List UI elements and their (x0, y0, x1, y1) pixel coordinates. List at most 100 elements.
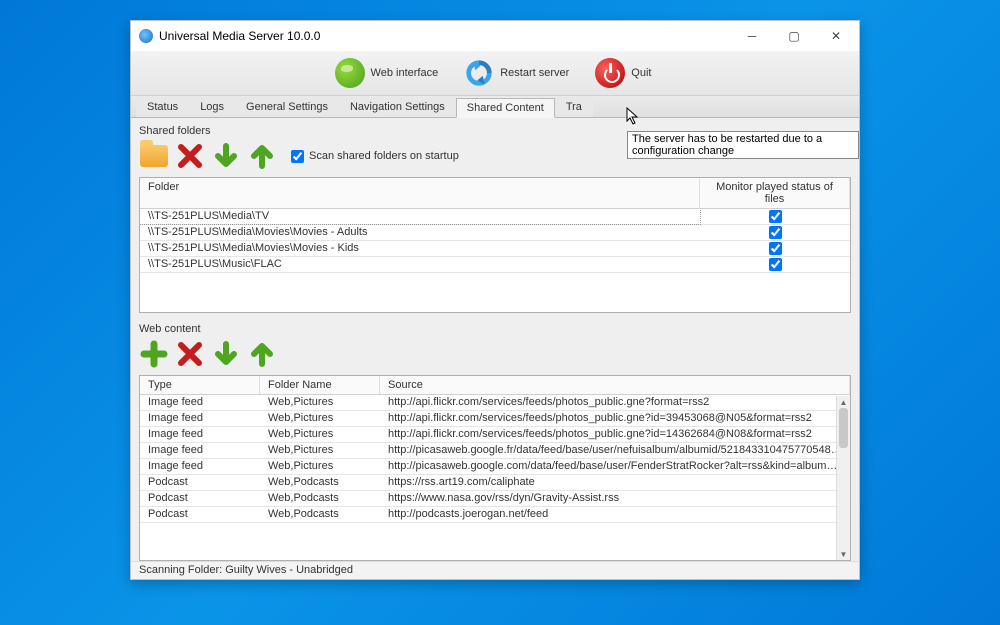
scroll-thumb[interactable] (839, 408, 848, 448)
web-table-body: Image feedWeb,Pictureshttp://api.flickr.… (140, 395, 850, 523)
folder-icon (140, 145, 168, 167)
folder-cell: Web,Pictures (260, 427, 380, 442)
remove-folder-button[interactable] (175, 141, 205, 171)
status-bar: Scanning Folder: Guilty Wives - Unabridg… (131, 561, 859, 579)
web-table-header: Type Folder Name Source (140, 376, 850, 395)
add-web-button[interactable] (139, 339, 169, 369)
scan-startup-input[interactable] (291, 150, 304, 163)
refresh-icon (464, 58, 494, 88)
quit-button[interactable]: Quit (591, 55, 659, 91)
web-content-toolbar (139, 339, 851, 369)
source-cell: http://api.flickr.com/services/feeds/pho… (380, 427, 850, 442)
tab-navigation-settings[interactable]: Navigation Settings (339, 97, 456, 117)
monitor-checkbox[interactable] (769, 210, 782, 223)
shared-table-body: \\TS-251PLUS\Media\TV\\TS-251PLUS\Media\… (140, 209, 850, 273)
monitor-cell (700, 257, 850, 272)
move-up-button[interactable] (247, 141, 277, 171)
window-controls: ─ ▢ ✕ (731, 22, 857, 50)
col-type[interactable]: Type (140, 376, 260, 394)
source-cell: http://podcasts.joerogan.net/feed (380, 507, 850, 522)
web-content-table: Type Folder Name Source Image feedWeb,Pi… (139, 375, 851, 561)
table-row[interactable]: \\TS-251PLUS\Media\TV (140, 209, 850, 225)
web-interface-label: Web interface (371, 67, 439, 79)
type-cell: Image feed (140, 411, 260, 426)
scan-startup-checkbox[interactable]: Scan shared folders on startup (291, 150, 459, 163)
col-folder[interactable]: Folder (140, 178, 700, 208)
globe-icon (335, 58, 365, 88)
scroll-up-icon[interactable]: ▲ (837, 396, 850, 408)
source-cell: https://www.nasa.gov/rss/dyn/Gravity-Ass… (380, 491, 850, 506)
power-icon (595, 58, 625, 88)
col-monitor[interactable]: Monitor played status of files (700, 178, 850, 208)
folder-cell: \\TS-251PLUS\Media\TV (140, 209, 701, 225)
table-row[interactable]: Image feedWeb,Pictureshttp://api.flickr.… (140, 395, 850, 411)
table-row[interactable]: \\TS-251PLUS\Media\Movies\Movies - Adult… (140, 225, 850, 241)
maximize-button[interactable]: ▢ (773, 22, 815, 50)
tab-logs[interactable]: Logs (189, 97, 235, 117)
web-move-down-button[interactable] (211, 339, 241, 369)
quit-label: Quit (631, 67, 651, 79)
table-row[interactable]: Image feedWeb,Pictureshttp://picasaweb.g… (140, 443, 850, 459)
scan-startup-label: Scan shared folders on startup (309, 150, 459, 162)
table-row[interactable]: Image feedWeb,Pictureshttp://api.flickr.… (140, 427, 850, 443)
monitor-cell (700, 225, 850, 240)
folder-cell: Web,Pictures (260, 459, 380, 474)
move-down-button[interactable] (211, 141, 241, 171)
tab-tra[interactable]: Tra (555, 97, 593, 117)
type-cell: Image feed (140, 459, 260, 474)
restart-server-button[interactable]: Restart server (460, 55, 577, 91)
folder-cell: \\TS-251PLUS\Media\Movies\Movies - Adult… (140, 225, 700, 240)
cursor-icon (626, 107, 642, 127)
scrollbar[interactable]: ▲ ▼ (836, 396, 850, 560)
restart-server-label: Restart server (500, 67, 569, 79)
monitor-checkbox[interactable] (769, 258, 782, 271)
source-cell: http://picasaweb.google.com/data/feed/ba… (380, 459, 850, 474)
table-row[interactable]: Image feedWeb,Pictureshttp://picasaweb.g… (140, 459, 850, 475)
monitor-checkbox[interactable] (769, 226, 782, 239)
folder-cell: Web,Podcasts (260, 491, 380, 506)
shared-table-header: Folder Monitor played status of files (140, 178, 850, 209)
monitor-checkbox[interactable] (769, 242, 782, 255)
app-icon (139, 29, 153, 43)
tab-general-settings[interactable]: General Settings (235, 97, 339, 117)
col-source[interactable]: Source (380, 376, 850, 394)
shared-folders-table: Folder Monitor played status of files \\… (139, 177, 851, 313)
titlebar[interactable]: Universal Media Server 10.0.0 ─ ▢ ✕ (131, 21, 859, 51)
web-content-title: Web content (139, 323, 851, 335)
folder-cell: \\TS-251PLUS\Media\Movies\Movies - Kids (140, 241, 700, 256)
type-cell: Image feed (140, 427, 260, 442)
table-row[interactable]: Image feedWeb,Pictureshttp://api.flickr.… (140, 411, 850, 427)
table-row[interactable]: PodcastWeb,Podcastshttps://rss.art19.com… (140, 475, 850, 491)
web-move-up-button[interactable] (247, 339, 277, 369)
table-row[interactable]: PodcastWeb,Podcastshttps://www.nasa.gov/… (140, 491, 850, 507)
source-cell: https://rss.art19.com/caliphate (380, 475, 850, 490)
close-button[interactable]: ✕ (815, 22, 857, 50)
tab-status[interactable]: Status (136, 97, 189, 117)
content-area: Shared folders Scan shared folders on st… (131, 118, 859, 561)
type-cell: Image feed (140, 395, 260, 410)
source-cell: http://picasaweb.google.fr/data/feed/bas… (380, 443, 850, 458)
folder-cell: Web,Podcasts (260, 507, 380, 522)
app-window: Universal Media Server 10.0.0 ─ ▢ ✕ Web … (130, 20, 860, 580)
minimize-button[interactable]: ─ (731, 22, 773, 50)
tab-bar: StatusLogsGeneral SettingsNavigation Set… (131, 96, 859, 118)
table-row[interactable]: \\TS-251PLUS\Music\FLAC (140, 257, 850, 273)
folder-cell: \\TS-251PLUS\Music\FLAC (140, 257, 700, 272)
source-cell: http://api.flickr.com/services/feeds/pho… (380, 411, 850, 426)
folder-cell: Web,Pictures (260, 411, 380, 426)
folder-cell: Web,Podcasts (260, 475, 380, 490)
remove-web-button[interactable] (175, 339, 205, 369)
window-title: Universal Media Server 10.0.0 (159, 29, 320, 43)
toolbar: Web interface Restart server Quit (131, 51, 859, 96)
col-folder-name[interactable]: Folder Name (260, 376, 380, 394)
add-folder-button[interactable] (139, 141, 169, 171)
folder-cell: Web,Pictures (260, 395, 380, 410)
type-cell: Image feed (140, 443, 260, 458)
table-row[interactable]: \\TS-251PLUS\Media\Movies\Movies - Kids (140, 241, 850, 257)
web-interface-button[interactable]: Web interface (331, 55, 447, 91)
table-row[interactable]: PodcastWeb,Podcastshttp://podcasts.joero… (140, 507, 850, 523)
type-cell: Podcast (140, 491, 260, 506)
scroll-down-icon[interactable]: ▼ (837, 548, 850, 560)
tab-shared-content[interactable]: Shared Content (456, 98, 555, 118)
tooltip: The server has to be restarted due to a … (627, 131, 859, 159)
